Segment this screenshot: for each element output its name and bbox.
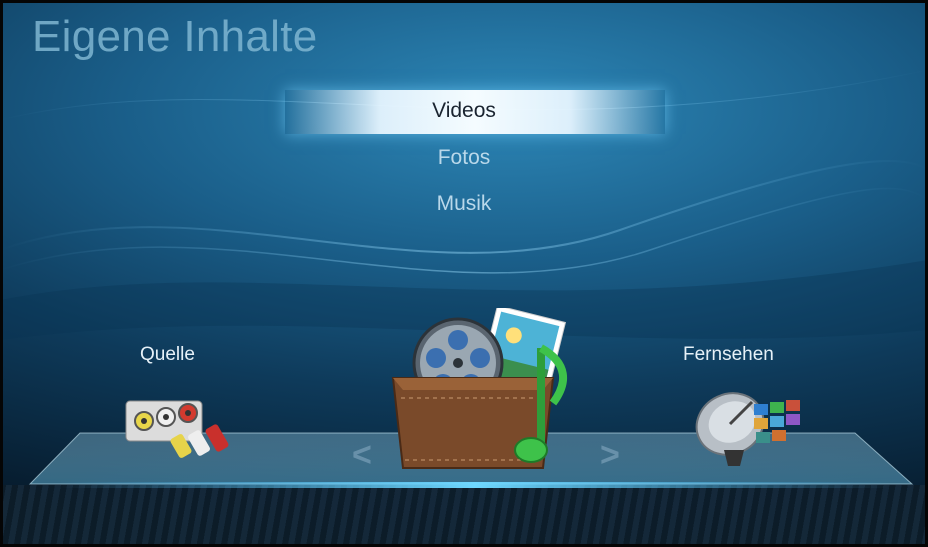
carousel-next-arrow[interactable]: > xyxy=(600,436,620,475)
carousel-prev-arrow[interactable]: < xyxy=(352,436,372,475)
av-cable-connector-icon[interactable] xyxy=(122,395,242,467)
carousel-label-fernsehen: Fernsehen xyxy=(683,344,774,365)
tv-screen: Eigene Inhalte Videos Fotos Musik Quelle… xyxy=(0,0,928,547)
carousel-label-quelle: Quelle xyxy=(140,344,195,365)
satellite-tv-icon[interactable] xyxy=(694,380,814,470)
media-box-icon[interactable] xyxy=(383,308,583,478)
